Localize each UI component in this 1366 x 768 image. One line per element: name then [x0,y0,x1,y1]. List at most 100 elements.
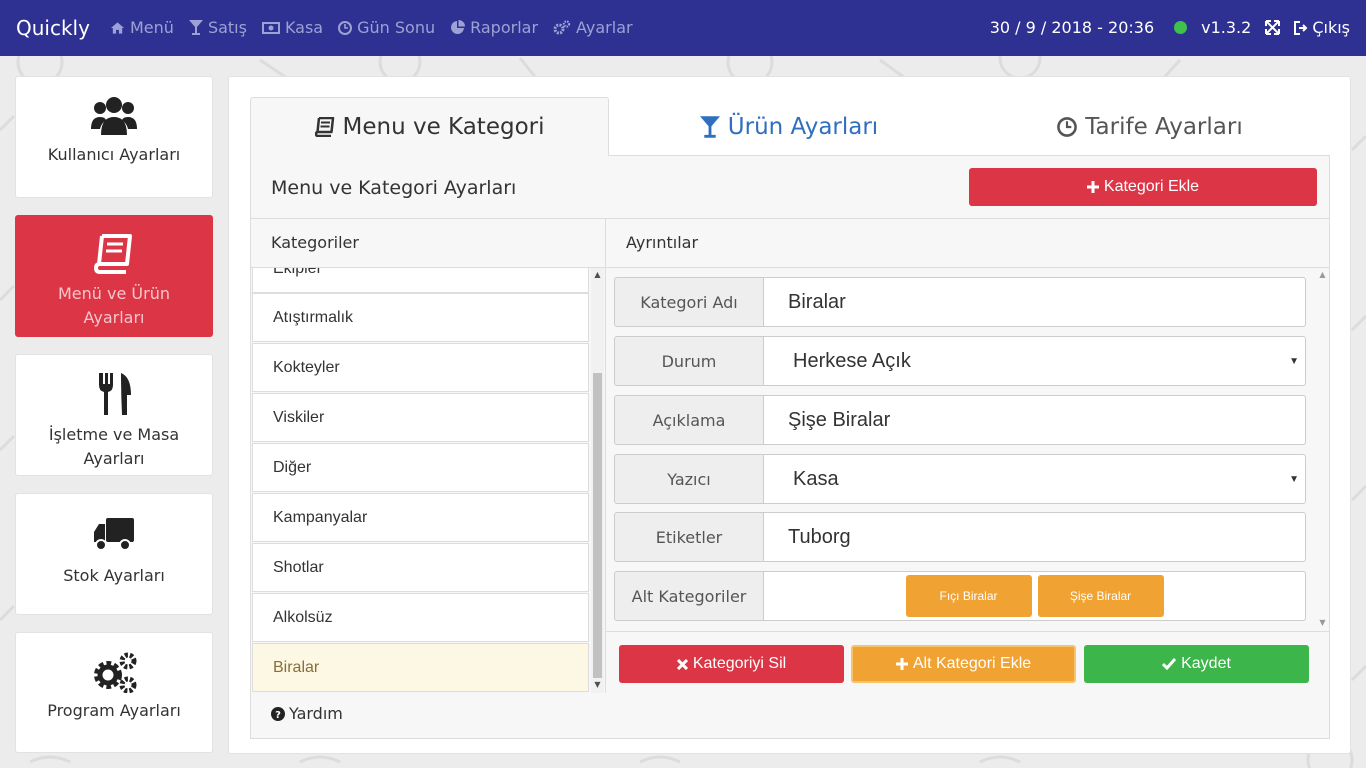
tab-menu-ve-kategori[interactable]: Menu ve Kategori [250,97,609,156]
sidebar-item-label: Program Ayarları [47,701,181,720]
subcategory-button[interactable]: Şişe Biralar [1037,575,1164,617]
field-label: Alt Kategoriler [614,571,764,621]
add-subcategory-button[interactable]: Alt Kategori Ekle [851,645,1076,683]
save-button[interactable]: Kaydet [1084,645,1309,683]
delete-category-button[interactable]: Kategoriyi Sil [619,645,844,683]
subcategory-button[interactable]: Fıçı Biralar [905,575,1032,617]
plus-icon [895,658,908,670]
form-row-aciklama: Açıklama Şişe Biralar [614,395,1306,445]
select-value: Herkese Açık [793,349,911,372]
form-row-durum: Durum Herkese Açık ▼ [614,336,1306,386]
category-item-alkolsuz[interactable]: Alkolsüz [252,593,589,642]
nav-item-label: Raporlar [470,18,539,37]
nav-item-menu[interactable]: Menü [110,18,174,37]
category-item-diger[interactable]: Diğer [252,443,589,492]
gears-icon [94,652,137,693]
subcategory-list: Fıçı Biralar Şişe Biralar [764,571,1306,621]
tab-label: Menu ve Kategori [342,114,545,140]
truck-icon [94,518,134,551]
categories-header: Kategoriler [251,218,606,268]
category-item-shotlar[interactable]: Shotlar [252,543,589,592]
nav-item-label: Ayarlar [576,18,633,37]
action-bar: Kategoriyi Sil Alt Kategori Ekle Kaydet [606,631,1329,693]
category-label: Kokteyler [273,358,340,376]
chevron-down-icon: ▼ [1289,474,1299,485]
fullscreen-icon[interactable] [1265,20,1281,35]
datetime: 30 / 9 / 2018 - 20:36 [989,18,1155,37]
add-category-label: Kategori Ekle [1103,178,1200,195]
category-item-kokteyler[interactable]: Kokteyler [252,343,589,392]
scroll-up-arrow-icon[interactable]: ▲ [591,270,604,279]
logout-button[interactable]: Çıkış [1294,18,1350,37]
status-select[interactable]: Herkese Açık ▼ [764,336,1306,386]
nav-item-label: Kasa [284,18,324,37]
scroll-up-arrow-icon[interactable]: ▲ [1316,270,1329,279]
nav-item-label: Satış [207,18,247,37]
category-item-atistirmalik[interactable]: Atıştırmalık [252,293,589,342]
clock-icon [1057,116,1078,137]
tab-label: Ürün Ayarları [727,113,879,140]
tab-label: Tarife Ayarları [1085,113,1243,140]
form-row-yazici: Yazıcı Kasa ▼ [614,454,1306,504]
category-item-biralar[interactable]: Biralar [252,643,589,692]
scrollbar-thumb[interactable] [593,373,602,678]
nav-item-raporlar[interactable]: Raporlar [450,18,538,37]
details-scrollbar[interactable]: ▲ ▼ [1316,268,1329,630]
top-navbar: Quickly Menü Satış Kasa Gün Sonu Raporla… [0,0,1366,56]
button-label: Alt Kategori Ekle [912,655,1032,672]
nav-item-label: Menü [130,18,174,37]
button-label: Kategoriyi Sil [692,655,787,672]
sidebar-item-label: Kullanıcı Ayarları [47,145,181,164]
category-item-kampanyalar[interactable]: Kampanyalar [252,493,589,542]
help-label: Yardım [289,704,343,723]
field-label: Kategori Adı [614,277,764,327]
nav-item-kasa[interactable]: Kasa [261,18,324,37]
category-list[interactable]: Ekipler Atıştırmalık Kokteyler Viskiler … [251,268,591,693]
nav-item-gun-sonu[interactable]: Gün Sonu [338,18,435,37]
scroll-down-arrow-icon[interactable]: ▼ [591,680,604,689]
sidebar-item-stok-ayarlari[interactable]: Stok Ayarları [15,493,213,615]
tab-tarife-ayarlari[interactable]: Tarife Ayarları [969,97,1331,156]
sidebar-item-menu-ve-urun-ayarlari[interactable]: Menü ve Ürün Ayarları [15,215,213,337]
category-label: Kampanyalar [273,508,368,526]
sidebar-item-program-ayarlari[interactable]: Program Ayarları [15,632,213,753]
category-name-input[interactable]: Biralar [764,277,1306,327]
logout-label: Çıkış [1312,18,1350,37]
sign-out-icon [1294,20,1308,35]
category-label: Ekipler [273,268,322,277]
field-label: Etiketler [614,512,764,562]
scroll-down-arrow-icon[interactable]: ▼ [1316,618,1329,627]
times-icon [676,658,688,670]
category-label: Atıştırmalık [273,308,354,326]
book-icon [314,117,334,137]
nav-item-satis[interactable]: Satış [188,18,247,37]
tab-urun-ayarlari[interactable]: Ürün Ayarları [609,97,969,156]
pie-chart-icon [451,20,466,34]
printer-select[interactable]: Kasa ▼ [764,454,1306,504]
gears-icon [553,20,571,35]
online-status-indicator [1174,21,1188,34]
version: v1.3.2 [1201,18,1252,37]
category-scrollbar[interactable]: ▲ ▼ [591,268,604,693]
book-icon [94,234,132,274]
menu-kategori-panel: Menu ve Kategori Ayarları Kategori Ekle … [250,155,1330,739]
details-column: Ayrıntılar Kategori Adı Biralar Durum He… [606,218,1329,693]
nav-item-ayarlar[interactable]: Ayarlar [553,18,633,37]
check-icon [1162,658,1177,670]
sidebar-item-isletme-ve-masa-ayarlari[interactable]: İşletme ve Masa Ayarları [15,354,213,476]
field-label: Durum [614,336,764,386]
category-item-viskiler[interactable]: Viskiler [252,393,589,442]
tags-input[interactable]: Tuborg [764,512,1306,562]
form-row-etiketler: Etiketler Tuborg [614,512,1306,562]
category-item-ekipler[interactable]: Ekipler [252,268,589,293]
add-category-button[interactable]: Kategori Ekle [969,168,1317,206]
sidebar-item-label: Menü ve Ürün Ayarları [58,284,170,327]
sidebar-item-label: Stok Ayarları [63,566,165,585]
category-label: Biralar [273,658,320,676]
question-circle-icon: ? [271,706,285,721]
description-input[interactable]: Şişe Biralar [764,395,1306,445]
users-icon [91,97,137,135]
sidebar-item-kullanici-ayarlari[interactable]: Kullanıcı Ayarları [15,76,213,198]
app-brand[interactable]: Quickly [16,16,90,40]
help-link[interactable]: ? Yardım [271,704,343,723]
